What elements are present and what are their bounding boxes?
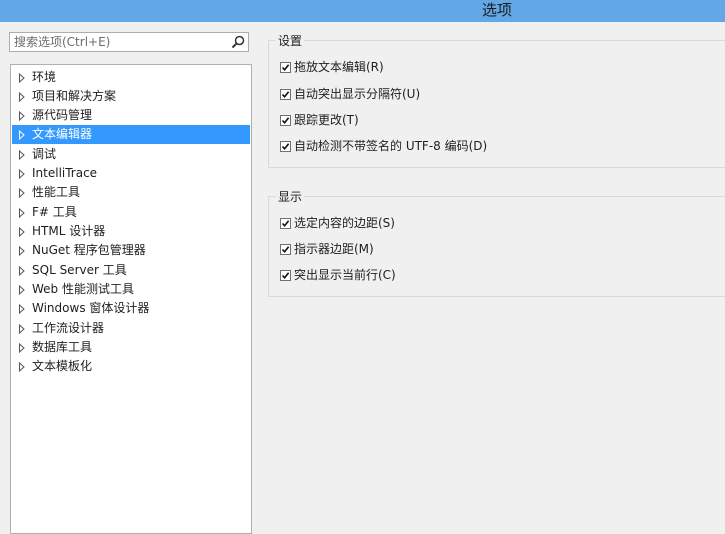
checkmark-icon (281, 245, 290, 253)
option-drag-drop-editing[interactable]: 拖放文本编辑(R) (280, 59, 384, 75)
search-box[interactable] (9, 32, 249, 52)
option-label: 拖放文本编辑(R) (294, 60, 384, 74)
checkmark-icon (281, 63, 290, 71)
tree-item-workflow-designer[interactable]: 工作流设计器 (12, 319, 250, 338)
checkmark-icon (281, 219, 290, 227)
expand-arrow-icon[interactable] (12, 319, 32, 338)
checkmark-icon (281, 271, 290, 279)
settings-group-title: 设置 (276, 33, 305, 49)
tree-item-database-tools[interactable]: 数据库工具 (12, 338, 250, 357)
tree-item-web-performance[interactable]: Web 性能测试工具 (12, 280, 250, 299)
tree-item-text-editor[interactable]: 文本编辑器 (12, 125, 250, 144)
window-title: 选项 (482, 1, 513, 19)
expand-arrow-icon[interactable] (12, 299, 32, 318)
option-label: 跟踪更改(T) (294, 113, 359, 127)
tree-item-text-templating[interactable]: 文本模板化 (12, 357, 250, 376)
expand-arrow-icon[interactable] (12, 106, 32, 125)
tree-item-label: HTML 设计器 (32, 224, 106, 238)
checkmark-icon (281, 142, 290, 150)
tree-item-label: 文本模板化 (32, 359, 93, 373)
option-label: 自动突出显示分隔符(U) (294, 87, 421, 101)
tree-item-label: F# 工具 (32, 205, 77, 219)
checkbox-selection-margin[interactable] (280, 217, 291, 229)
title-bar: 选项 (0, 0, 725, 22)
tree-item-label: 工作流设计器 (32, 321, 105, 335)
expand-arrow-icon[interactable] (12, 222, 32, 241)
expand-arrow-icon[interactable] (12, 280, 32, 299)
option-label: 自动检测不带签名的 UTF-8 编码(D) (294, 139, 488, 153)
expand-arrow-icon[interactable] (12, 338, 32, 357)
display-group-title: 显示 (276, 189, 305, 205)
expand-arrow-icon[interactable] (12, 241, 32, 260)
tree-item-label: Windows 窗体设计器 (32, 301, 150, 315)
option-selection-margin[interactable]: 选定内容的边距(S) (280, 215, 395, 231)
tree-item-label: 源代码管理 (32, 108, 93, 122)
option-label: 选定内容的边距(S) (294, 216, 395, 230)
checkbox-detect-utf8[interactable] (280, 140, 291, 152)
tree-item-environment[interactable]: 环境 (12, 68, 250, 87)
tree-item-label: 性能工具 (32, 185, 81, 199)
tree-item-label: SQL Server 工具 (32, 263, 127, 277)
expand-arrow-icon[interactable] (12, 164, 32, 183)
checkbox-track-changes[interactable] (280, 114, 291, 126)
tree-item-label: IntelliTrace (32, 166, 98, 180)
tree-item-projects-solutions[interactable]: 项目和解决方案 (12, 87, 250, 106)
tree-item-label: 环境 (32, 70, 57, 84)
tree-item-label: NuGet 程序包管理器 (32, 243, 146, 257)
tree-item-label: Web 性能测试工具 (32, 282, 134, 296)
tree-item-fsharp-tools[interactable]: F# 工具 (12, 203, 250, 222)
expand-arrow-icon[interactable] (12, 203, 32, 222)
tree-item-intellitrace[interactable]: IntelliTrace (12, 164, 250, 183)
checkbox-highlight-delimiters[interactable] (280, 88, 291, 100)
tree-item-label: 调试 (32, 147, 57, 161)
expand-arrow-icon[interactable] (12, 357, 32, 376)
expand-arrow-icon[interactable] (12, 145, 32, 164)
option-label: 突出显示当前行(C) (294, 268, 396, 282)
checkbox-drag-drop-editing[interactable] (280, 61, 291, 73)
expand-arrow-icon[interactable] (12, 261, 32, 280)
option-detect-utf8[interactable]: 自动检测不带签名的 UTF-8 编码(D) (280, 138, 487, 154)
checkmark-icon (281, 116, 290, 124)
tree-item-windows-forms-designer[interactable]: Windows 窗体设计器 (12, 299, 250, 318)
tree-item-label: 数据库工具 (32, 340, 93, 354)
tree-item-sql-server-tools[interactable]: SQL Server 工具 (12, 261, 250, 280)
option-label: 指示器边距(M) (294, 242, 374, 256)
option-highlight-delimiters[interactable]: 自动突出显示分隔符(U) (280, 86, 420, 102)
tree-item-label: 文本编辑器 (32, 127, 93, 141)
search-input[interactable] (10, 33, 232, 51)
tree-item-source-control[interactable]: 源代码管理 (12, 106, 250, 125)
expand-arrow-icon[interactable] (12, 87, 32, 106)
tree-item-html-designer[interactable]: HTML 设计器 (12, 222, 250, 241)
checkmark-icon (281, 90, 290, 98)
tree-item-debugging[interactable]: 调试 (12, 145, 250, 164)
option-highlight-current-line[interactable]: 突出显示当前行(C) (280, 267, 396, 283)
checkbox-indicator-margin[interactable] (280, 243, 291, 255)
tree-item-performance-tools[interactable]: 性能工具 (12, 183, 250, 202)
expand-arrow-icon[interactable] (12, 125, 32, 144)
options-tree[interactable]: 环境 项目和解决方案 源代码管理 文本编辑器 调试 IntelliTrace 性… (10, 64, 252, 534)
checkbox-highlight-current-line[interactable] (280, 269, 291, 281)
option-track-changes[interactable]: 跟踪更改(T) (280, 112, 359, 128)
tree-item-label: 项目和解决方案 (32, 89, 117, 103)
expand-arrow-icon[interactable] (12, 68, 32, 87)
option-indicator-margin[interactable]: 指示器边距(M) (280, 241, 374, 257)
search-icon[interactable] (231, 35, 245, 49)
expand-arrow-icon[interactable] (12, 183, 32, 202)
tree-item-nuget[interactable]: NuGet 程序包管理器 (12, 241, 250, 260)
